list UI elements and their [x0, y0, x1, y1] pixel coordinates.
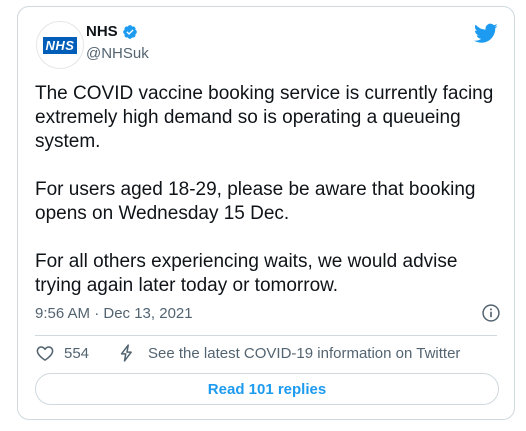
read-replies-button[interactable]: Read 101 replies: [35, 373, 499, 405]
heart-icon: [36, 346, 54, 361]
like-count: 554: [64, 344, 90, 362]
tweet-actions-row: 554 See the latest COVID-19 information …: [35, 343, 501, 363]
tweet-paragraph: For all others experiencing waits, we wo…: [35, 251, 458, 296]
tweet-text: The COVID vaccine booking service is cur…: [35, 82, 505, 322]
tweet-paragraph: The COVID vaccine booking service is cur…: [35, 83, 494, 152]
avatar[interactable]: NHS: [36, 21, 84, 69]
lightning-bolt-icon: [120, 344, 132, 362]
tweet-timestamp[interactable]: 9:56 AM · Dec 13, 2021: [35, 305, 193, 322]
author-name-row[interactable]: NHS: [86, 23, 138, 40]
info-icon[interactable]: [481, 303, 501, 323]
display-name[interactable]: NHS: [86, 23, 118, 40]
like-button[interactable]: 554: [35, 343, 89, 363]
divider: [35, 335, 497, 336]
tweet-card: NHS NHS @NHSuk The COVID vaccine booking…: [17, 6, 515, 420]
covid-info-label: See the latest COVID-19 information on T…: [148, 344, 461, 362]
tweet-meta-row: 9:56 AM · Dec 13, 2021: [35, 303, 501, 323]
nhs-logo: NHS: [42, 36, 78, 54]
verified-badge-icon: [122, 24, 137, 39]
author-handle[interactable]: @NHSuk: [86, 45, 149, 62]
tweet-paragraph: For users aged 18-29, please be aware th…: [35, 179, 476, 224]
covid-info-link[interactable]: See the latest COVID-19 information on T…: [117, 343, 460, 363]
twitter-bird-icon[interactable]: [474, 21, 498, 45]
